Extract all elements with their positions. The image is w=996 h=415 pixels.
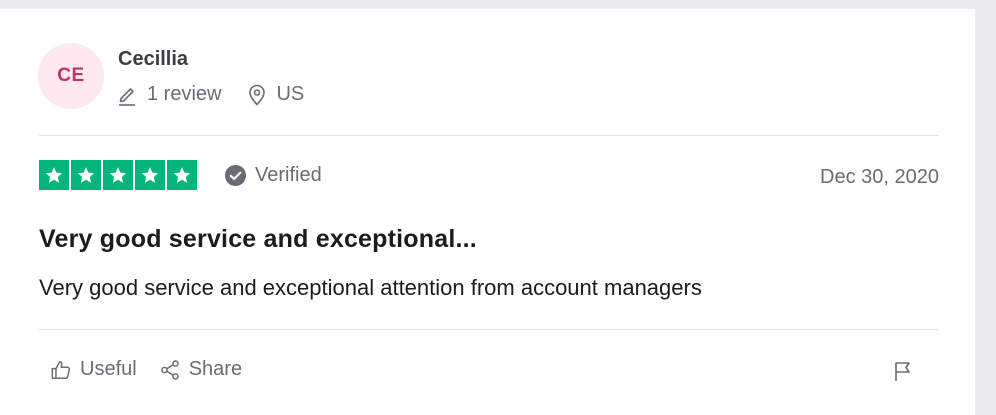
footer-divider xyxy=(39,329,939,330)
review-count-label: 1 review xyxy=(147,83,222,105)
star-icon xyxy=(167,160,197,190)
star-icon xyxy=(39,160,69,190)
thumbs-up-icon xyxy=(50,359,72,381)
review-date: Dec 30, 2020 xyxy=(820,166,939,188)
reviewer-meta: 1 review US xyxy=(117,83,304,106)
review-text: Very good service and exceptional attent… xyxy=(39,275,702,300)
pencil-icon xyxy=(117,84,137,106)
star-icon xyxy=(103,160,133,190)
verified-label: Verified xyxy=(255,164,322,186)
location-pin-icon xyxy=(248,84,266,106)
share-button[interactable]: Share xyxy=(159,358,242,381)
header-divider xyxy=(39,135,939,136)
reviewer-name[interactable]: Cecillia xyxy=(118,48,188,71)
flag-icon[interactable] xyxy=(893,360,913,382)
review-actions: Useful Share xyxy=(50,358,242,381)
share-label: Share xyxy=(188,358,243,380)
reviewer-location: US xyxy=(248,83,304,106)
share-icon xyxy=(159,359,181,381)
avatar-initials: CE xyxy=(57,65,85,86)
review-card: CE Cecillia 1 review US Verified Dec 30,… xyxy=(0,9,975,415)
useful-button[interactable]: Useful xyxy=(50,358,137,381)
star-rating xyxy=(39,160,197,190)
verified-badge[interactable]: Verified xyxy=(224,164,322,187)
verified-check-icon xyxy=(224,164,247,187)
star-icon xyxy=(71,160,101,190)
review-count: 1 review xyxy=(117,83,221,106)
avatar[interactable]: CE xyxy=(38,43,104,109)
star-icon xyxy=(135,160,165,190)
useful-label: Useful xyxy=(80,358,137,380)
country-label: US xyxy=(276,83,305,105)
review-title[interactable]: Very good service and exceptional... xyxy=(39,225,477,254)
